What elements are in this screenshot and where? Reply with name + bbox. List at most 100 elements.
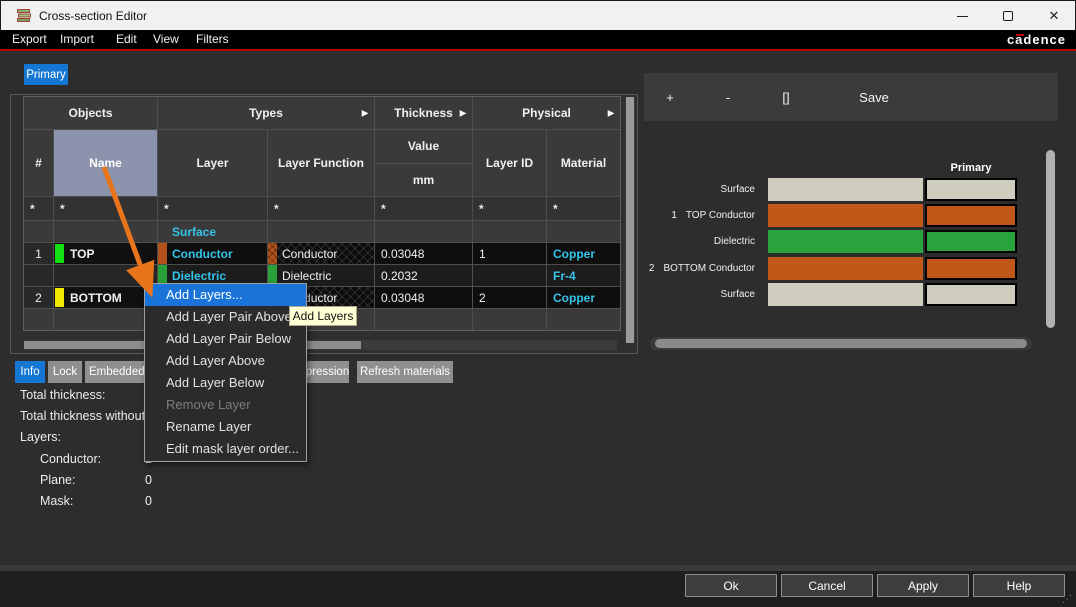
info-mask-count: Mask:0	[40, 494, 340, 508]
close-button[interactable]: ✕	[1031, 1, 1076, 31]
help-button[interactable]: Help	[973, 574, 1065, 597]
filter-cell-layer-id[interactable]: *	[473, 197, 546, 220]
filter-cell-layer[interactable]: *	[158, 197, 267, 220]
menu-import[interactable]: Import	[60, 30, 94, 49]
table-row-surface2-name[interactable]	[54, 309, 157, 330]
resize-grip-icon[interactable]: ⋰	[1062, 595, 1072, 605]
tab-refresh-materials[interactable]: Refresh materials	[357, 361, 453, 383]
expand-right-icon[interactable]: ▶	[362, 109, 368, 118]
app-icon	[16, 8, 32, 24]
table-row-surface2-value[interactable]	[375, 309, 472, 330]
table-row-surface2-material[interactable]	[547, 309, 620, 330]
table-row-bottom-num[interactable]: 2	[24, 287, 53, 308]
table-row-top-layer-id[interactable]: 1	[473, 243, 546, 264]
column-header-layer[interactable]: Layer	[158, 130, 267, 196]
column-group-objects[interactable]: Objects	[24, 97, 157, 129]
table-row-bottom-layer-id[interactable]: 2	[473, 287, 546, 308]
menu-accent-line	[0, 49, 1076, 51]
apply-button[interactable]: Apply	[877, 574, 969, 597]
column-header-layer-id[interactable]: Layer ID	[473, 130, 546, 196]
menu-item-edit-mask-layer-order[interactable]: Edit mask layer order...	[145, 438, 306, 460]
menu-item-add-layers[interactable]: Add Layers...	[145, 284, 306, 306]
viz-label-surface-bottom: Surface	[640, 283, 755, 306]
table-row-surface-layer[interactable]: Surface	[158, 221, 267, 242]
table-vertical-scrollbar-thumb[interactable]	[626, 97, 634, 343]
table-row-dielectric-value[interactable]: 0.2032	[375, 265, 472, 286]
table-row-surface-layer-id[interactable]	[473, 221, 546, 242]
save-button[interactable]: Save	[844, 73, 904, 121]
column-header-num[interactable]: #	[24, 130, 53, 196]
cadence-logo-accent	[1016, 34, 1024, 36]
table-row-bottom-material[interactable]: Copper	[547, 287, 620, 308]
column-group-types[interactable]: Types▶	[158, 97, 374, 129]
filter-cell-material[interactable]: *	[547, 197, 620, 220]
column-group-thickness[interactable]: Thickness▶	[375, 97, 472, 129]
cross-section-table: Objects Types▶ Thickness▶ Physical▶ # Na…	[23, 96, 621, 331]
filter-cell-num[interactable]: *	[24, 197, 53, 220]
column-group-physical[interactable]: Physical▶	[473, 97, 620, 129]
menu-item-add-layer-pair-above[interactable]: Add Layer Pair Above	[145, 306, 306, 328]
menu-item-remove-layer: Remove Layer	[145, 394, 306, 416]
menu-item-add-layer-pair-below[interactable]: Add Layer Pair Below	[145, 328, 306, 350]
right-horizontal-scrollbar-thumb[interactable]	[655, 339, 1027, 348]
filter-cell-layer-function[interactable]: *	[268, 197, 374, 220]
menu-filters[interactable]: Filters	[196, 30, 229, 49]
column-header-layer-function[interactable]: Layer Function	[268, 130, 374, 196]
expand-right-icon[interactable]: ▶	[608, 109, 614, 118]
table-row-dielectric-material[interactable]: Fr-4	[547, 265, 620, 286]
column-header-unit[interactable]: mm	[375, 164, 472, 197]
table-row-dielectric-num[interactable]	[24, 265, 53, 286]
table-row-surface2-layer-id[interactable]	[473, 309, 546, 330]
viz-bar-bottom-conductor	[768, 257, 923, 280]
table-row-dielectric-layer-id[interactable]	[473, 265, 546, 286]
minimize-button[interactable]	[939, 1, 985, 31]
tab-info[interactable]: Info	[15, 361, 45, 383]
table-row-surface2-num[interactable]	[24, 309, 53, 330]
table-row-dielectric-name[interactable]	[54, 265, 157, 286]
menu-item-add-layer-below[interactable]: Add Layer Below	[145, 372, 306, 394]
table-row-surface-function[interactable]	[268, 221, 374, 242]
conductor-color-swatch	[158, 243, 167, 264]
table-row-surface-num[interactable]	[24, 221, 53, 242]
info-total-thickness: Total thickness:	[20, 388, 105, 402]
column-header-thickness-value[interactable]: Value mm	[375, 130, 472, 196]
menu-item-rename-layer[interactable]: Rename Layer	[145, 416, 306, 438]
table-row-top-value[interactable]: 0.03048	[375, 243, 472, 264]
add-column-button[interactable]: +	[652, 73, 688, 121]
table-row-top-layer[interactable]: Conductor	[158, 243, 267, 264]
table-row-surface-material[interactable]	[547, 221, 620, 242]
column-header-material[interactable]: Material	[547, 130, 620, 196]
remove-column-button[interactable]: -	[710, 73, 746, 121]
right-horizontal-scrollbar	[650, 337, 1032, 350]
tab-lock[interactable]: Lock	[48, 361, 82, 383]
viz-bar-surface-top	[768, 178, 923, 201]
filter-cell-value[interactable]: *	[375, 197, 472, 220]
right-vertical-scrollbar-thumb[interactable]	[1046, 150, 1055, 328]
ok-button[interactable]: Ok	[685, 574, 777, 597]
table-row-bottom-value[interactable]: 0.03048	[375, 287, 472, 308]
menu-view[interactable]: View	[153, 30, 179, 49]
viz-label-bottom-conductor: 2BOTTOM Conductor	[640, 257, 755, 280]
maximize-button[interactable]	[985, 1, 1031, 31]
table-row-top-num[interactable]: 1	[24, 243, 53, 264]
menu-edit[interactable]: Edit	[116, 30, 137, 49]
brackets-button[interactable]: []	[768, 73, 804, 121]
table-row-surface-name[interactable]	[54, 221, 157, 242]
table-row-top-name[interactable]: TOP	[54, 243, 157, 264]
menu-export[interactable]: Export	[12, 30, 47, 49]
viz-label-surface-top: Surface	[640, 178, 755, 201]
table-row-surface-value[interactable]	[375, 221, 472, 242]
table-row-top-material[interactable]: Copper	[547, 243, 620, 264]
column-header-name[interactable]: Name	[54, 130, 157, 196]
title-bar: Cross-section Editor ✕	[0, 0, 1076, 30]
column-header-value[interactable]: Value	[375, 130, 472, 164]
viz-bar-top-conductor	[768, 204, 923, 227]
cancel-button[interactable]: Cancel	[781, 574, 873, 597]
tab-primary[interactable]: Primary	[24, 64, 68, 85]
expand-right-icon[interactable]: ▶	[460, 109, 466, 118]
table-row-top-function[interactable]: Conductor	[268, 243, 374, 264]
viz-bar-primary-bottom-conductor	[925, 257, 1017, 280]
table-row-bottom-name[interactable]: BOTTOM	[54, 287, 157, 308]
menu-item-add-layer-above[interactable]: Add Layer Above	[145, 350, 306, 372]
filter-cell-name[interactable]: *	[54, 197, 157, 220]
